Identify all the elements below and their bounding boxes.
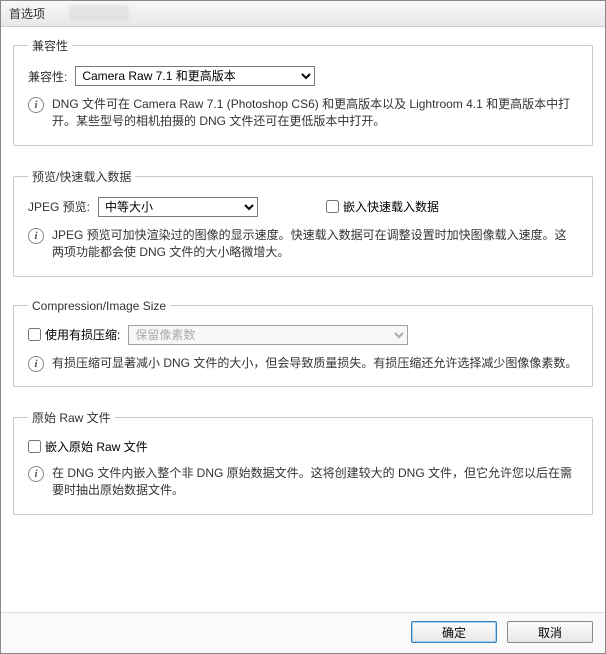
footer: 确定 取消 <box>1 612 605 653</box>
lossy-compress-label: 使用有损压缩: <box>45 326 120 343</box>
titlebar-blur <box>69 5 129 21</box>
jpeg-preview-select[interactable]: 中等大小 <box>98 197 258 217</box>
embed-fast-load-checkbox[interactable] <box>326 200 339 213</box>
group-compatibility: 兼容性 兼容性: Camera Raw 7.1 和更高版本 i DNG 文件可在… <box>13 37 593 146</box>
group-compression: Compression/Image Size 使用有损压缩: 保留像素数 i 有… <box>13 299 593 387</box>
embed-raw-label: 嵌入原始 Raw 文件 <box>45 438 148 455</box>
pixel-count-select: 保留像素数 <box>128 325 408 345</box>
info-icon: i <box>28 466 44 482</box>
embed-raw-row[interactable]: 嵌入原始 Raw 文件 <box>28 438 148 455</box>
ok-button[interactable]: 确定 <box>411 621 497 643</box>
embed-raw-checkbox[interactable] <box>28 440 41 453</box>
group-raw-legend: 原始 Raw 文件 <box>28 409 115 426</box>
compression-info-text: 有损压缩可显著减小 DNG 文件的大小，但会导致质量损失。有损压缩还允许选择减少… <box>52 355 578 372</box>
embed-fast-load-label: 嵌入快速载入数据 <box>343 198 439 215</box>
info-icon: i <box>28 228 44 244</box>
info-icon: i <box>28 97 44 113</box>
group-preview-legend: 预览/快速载入数据 <box>28 168 135 185</box>
embed-fast-load-row[interactable]: 嵌入快速载入数据 <box>326 198 439 215</box>
info-icon: i <box>28 356 44 372</box>
compatibility-label: 兼容性: <box>28 68 67 85</box>
preview-info-text: JPEG 预览可加快渲染过的图像的显示速度。快速载入数据可在调整设置时加快图像载… <box>52 227 578 262</box>
jpeg-preview-label: JPEG 预览: <box>28 198 90 215</box>
compatibility-info-text: DNG 文件可在 Camera Raw 7.1 (Photoshop CS6) … <box>52 96 578 131</box>
lossy-compress-checkbox[interactable] <box>28 328 41 341</box>
lossy-compress-row[interactable]: 使用有损压缩: <box>28 326 120 343</box>
titlebar: 首选项 <box>1 1 605 27</box>
raw-info-text: 在 DNG 文件内嵌入整个非 DNG 原始数据文件。这将创建较大的 DNG 文件… <box>52 465 578 500</box>
group-raw: 原始 Raw 文件 嵌入原始 Raw 文件 i 在 DNG 文件内嵌入整个非 D… <box>13 409 593 515</box>
group-compatibility-legend: 兼容性 <box>28 37 72 54</box>
preferences-window: 首选项 兼容性 兼容性: Camera Raw 7.1 和更高版本 i DNG … <box>0 0 606 654</box>
compatibility-select[interactable]: Camera Raw 7.1 和更高版本 <box>75 66 315 86</box>
group-preview: 预览/快速载入数据 JPEG 预览: 中等大小 嵌入快速载入数据 i JPEG … <box>13 168 593 277</box>
cancel-button[interactable]: 取消 <box>507 621 593 643</box>
content-area: 兼容性 兼容性: Camera Raw 7.1 和更高版本 i DNG 文件可在… <box>1 27 605 612</box>
window-title: 首选项 <box>9 5 45 22</box>
group-compression-legend: Compression/Image Size <box>28 299 170 313</box>
